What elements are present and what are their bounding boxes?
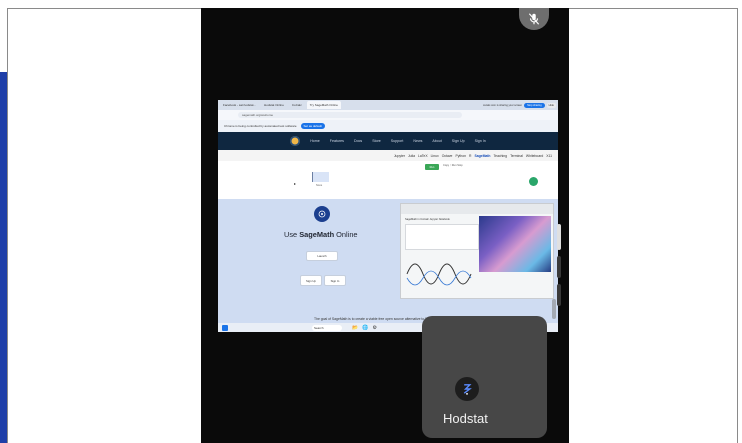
browser-tab[interactable]: Hodstat Online xyxy=(261,101,287,109)
editor-panel: None ▸ Run Copy ↑ Run Stop xyxy=(218,161,558,199)
sagemath-logo-icon xyxy=(314,206,330,222)
mic-off-icon xyxy=(528,13,540,25)
url-input[interactable]: sagemath.org/welcome xyxy=(238,112,462,118)
preview-wave-plot xyxy=(406,263,472,286)
code-cell[interactable] xyxy=(312,172,329,182)
product-link[interactable]: Julia xyxy=(408,154,415,158)
taskbar-search[interactable]: Search xyxy=(312,324,342,331)
app-tile[interactable]: Hodstat xyxy=(422,316,547,438)
product-links: Jupyter Julia LaTeX Linux Octave Python … xyxy=(218,150,558,161)
nav-item[interactable]: Sign Up xyxy=(452,139,465,143)
product-link[interactable]: Jupyter xyxy=(394,154,405,158)
browser-tabbar: Facebook - sat.hodstat... Hodstat Online… xyxy=(218,100,558,110)
preview-title: SageMath in CoCalc Jupyter Notebook xyxy=(405,218,450,221)
editor-tools[interactable]: Copy ↑ Run Stop xyxy=(443,164,463,167)
product-link[interactable]: R xyxy=(469,154,471,158)
product-link[interactable]: LaTeX xyxy=(418,154,428,158)
left-accent-strip xyxy=(0,72,7,443)
nav-item[interactable]: News xyxy=(413,139,422,143)
hodstat-app-icon xyxy=(455,377,479,401)
run-button[interactable]: Run xyxy=(425,164,439,170)
product-link[interactable]: Linux xyxy=(431,154,439,158)
browser-tab-active[interactable]: Try SageMath Online xyxy=(306,101,341,109)
split-handle[interactable] xyxy=(557,224,561,250)
taskbar-icons: 📂 🌐 ⚙ xyxy=(352,325,377,331)
notebook-preview-image: SageMath in CoCalc Jupyter Notebook xyxy=(400,203,554,299)
app-name: Hodstat xyxy=(443,411,488,426)
split-handle[interactable] xyxy=(557,256,561,278)
preview-plot xyxy=(479,216,551,272)
nav-item[interactable]: Support xyxy=(391,139,404,143)
nav-item[interactable]: Features xyxy=(330,139,344,143)
settings-icon[interactable]: ⚙ xyxy=(372,325,376,331)
product-link[interactable]: Whiteboard xyxy=(526,154,543,158)
nav-item[interactable]: Store xyxy=(372,139,381,143)
product-link[interactable]: Octave xyxy=(442,154,453,158)
mic-off-button[interactable] xyxy=(519,8,549,30)
cell-output: None xyxy=(316,184,323,187)
hero-section: Use SageMath Online Launch Sign Up Sign … xyxy=(218,199,558,323)
sign-in-button[interactable]: Sign In xyxy=(324,275,346,286)
shared-screen: Facebook - sat.hodstat... Hodstat Online… xyxy=(218,100,558,332)
info-text: Chrome is being controlled by automated … xyxy=(224,124,297,128)
preview-toolbar xyxy=(401,204,553,214)
set-default-button[interactable]: Set as default xyxy=(300,123,325,129)
nav-item[interactable]: About xyxy=(432,139,441,143)
product-link[interactable]: Python xyxy=(455,154,466,158)
product-link[interactable]: Terminal xyxy=(510,154,523,158)
hero-caption: The goal of SageMath is to create a viab… xyxy=(314,317,437,321)
address-bar: sagemath.org/welcome xyxy=(218,110,558,120)
page-scrollbar[interactable] xyxy=(552,299,556,319)
site-nav: Home Features Docs Store Support News Ab… xyxy=(218,132,558,150)
hide-button[interactable]: Hide xyxy=(546,102,556,108)
info-bar: Chrome is being controlled by automated … xyxy=(218,120,558,132)
phone-screen: Facebook - sat.hodstat... Hodstat Online… xyxy=(201,8,569,443)
screen-share-notice: cocalc.com is sharing your screen Stop s… xyxy=(483,102,558,108)
chat-fab-icon[interactable] xyxy=(529,177,538,186)
product-link[interactable]: Teaching xyxy=(493,154,507,158)
browser-tab[interactable]: CoCalc xyxy=(289,101,305,109)
start-icon[interactable] xyxy=(222,324,228,331)
sign-up-button[interactable]: Sign Up xyxy=(300,275,322,286)
share-text: cocalc.com is sharing your screen xyxy=(483,103,523,107)
preview-code-block xyxy=(405,224,479,250)
nav-item[interactable]: Sign In xyxy=(475,139,486,143)
launch-button[interactable]: Launch xyxy=(306,251,338,261)
split-handle[interactable] xyxy=(557,284,561,306)
browser-tab[interactable]: Facebook - sat.hodstat... xyxy=(220,101,259,109)
stop-sharing-button[interactable]: Stop sharing xyxy=(524,102,545,108)
mouse-cursor-icon: ▸ xyxy=(294,181,297,186)
top-frame xyxy=(0,0,742,8)
product-link[interactable]: X11 xyxy=(546,154,552,158)
folder-icon[interactable]: 📂 xyxy=(352,325,358,331)
nav-item[interactable]: Home xyxy=(310,139,320,143)
nav-item[interactable]: Docs xyxy=(354,139,362,143)
browser-icon[interactable]: 🌐 xyxy=(362,325,368,331)
product-link-active[interactable]: SageMath xyxy=(474,154,490,158)
hero-title: Use SageMath Online xyxy=(284,230,358,239)
site-logo-icon[interactable] xyxy=(290,136,301,146)
